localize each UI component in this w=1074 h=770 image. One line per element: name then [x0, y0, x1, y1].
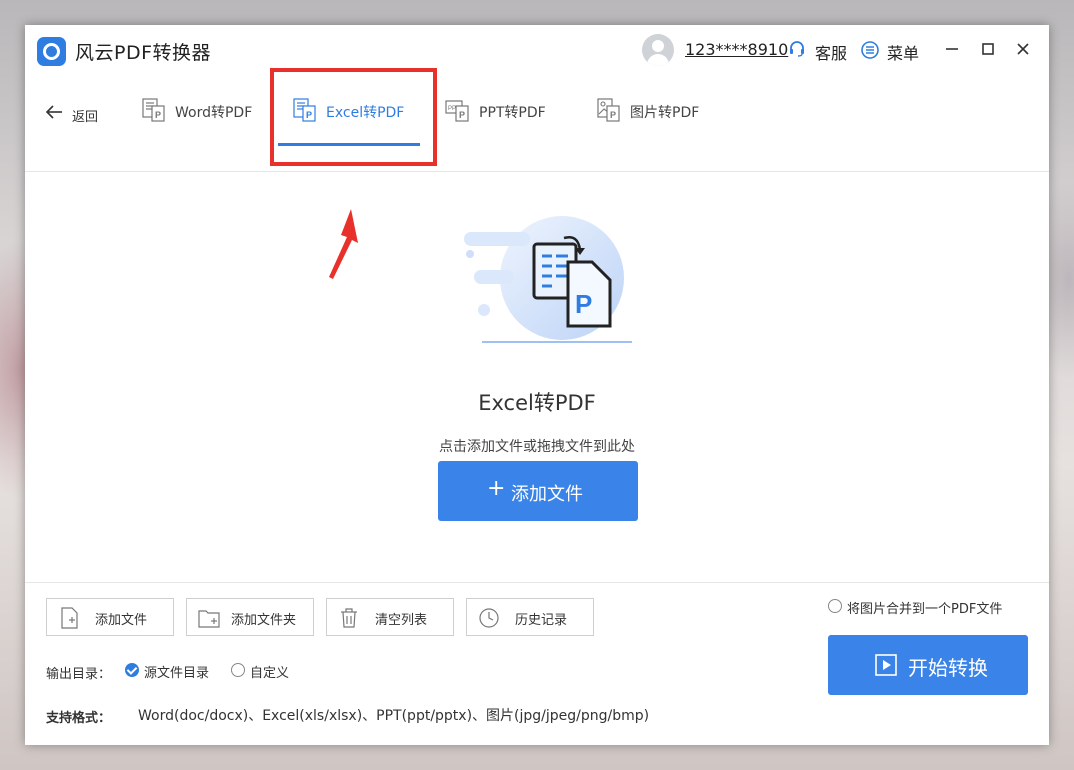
add-file-label: 添加文件	[511, 484, 583, 505]
play-icon	[875, 654, 897, 676]
title-bar: 风云PDF转换器 123****8910 客服 菜单	[25, 25, 1049, 77]
headset-icon	[790, 41, 804, 57]
username-link[interactable]: 123****8910	[685, 40, 788, 59]
start-convert-button[interactable]: 开始转换	[828, 635, 1028, 695]
customer-service-label: 客服	[815, 44, 848, 63]
check-circle-icon	[125, 663, 139, 677]
add-file-icon	[61, 607, 78, 629]
radio-circle	[231, 663, 245, 677]
toolbar-button-label: 历史记录	[515, 613, 568, 628]
app-window: 风云PDF转换器 123****8910 客服 菜单 返回 P Word转PDF…	[25, 25, 1049, 745]
toolbar-add-folder-button[interactable]: 添加文件夹	[186, 598, 314, 636]
toolbar-button-label: 清空列表	[375, 613, 428, 628]
app-title: 风云PDF转换器	[75, 42, 212, 64]
plus-icon: +	[487, 476, 506, 501]
output-dir-label: 输出目录：	[46, 667, 112, 682]
drop-zone[interactable]: P Excel转PDF 点击添加文件或拖拽文件到此处 + 添加文件	[25, 172, 1049, 582]
option-label: 自定义	[250, 666, 290, 681]
toolbar-button-label: 添加文件夹	[231, 613, 297, 628]
toolbar-clear-list-button[interactable]: 清空列表	[326, 598, 454, 636]
menu-icon	[861, 41, 879, 59]
radio-circle	[828, 599, 842, 613]
add-folder-icon	[198, 610, 220, 628]
menu-label: 菜单	[887, 44, 920, 63]
arrow-left-icon	[45, 105, 62, 119]
tab-label: PPT转PDF	[479, 105, 546, 121]
image-pdf-icon: P	[597, 98, 620, 122]
start-convert-label: 开始转换	[908, 656, 988, 680]
maximize-icon[interactable]	[980, 41, 996, 57]
hero-title: Excel转PDF	[478, 391, 596, 415]
ppt-pdf-icon: PPT P	[445, 100, 469, 122]
add-file-button[interactable]: + 添加文件	[438, 461, 638, 521]
trash-icon	[341, 608, 357, 628]
avatar[interactable]	[642, 34, 674, 66]
bottom-panel: 添加文件 添加文件夹 清空列表 历史记录 将图片合并到一个PDF文件 开始转换 …	[25, 582, 1049, 746]
annotation-highlight-box	[270, 68, 437, 166]
svg-text:P: P	[610, 110, 616, 120]
app-logo-icon	[37, 37, 66, 66]
svg-text:P: P	[459, 110, 465, 120]
hero-subtitle: 点击添加文件或拖拽文件到此处	[439, 439, 635, 455]
merge-images-label: 将图片合并到一个PDF文件	[847, 602, 1003, 617]
tab-label: Word转PDF	[175, 105, 253, 121]
toolbar-button-label: 添加文件	[95, 613, 148, 628]
excel-to-pdf-illustration: P	[464, 216, 632, 343]
svg-text:P: P	[575, 289, 592, 319]
toolbar-add-file-button[interactable]: 添加文件	[46, 598, 174, 636]
history-icon	[479, 608, 499, 628]
option-label: 源文件目录	[144, 666, 210, 681]
toolbar-history-button[interactable]: 历史记录	[466, 598, 594, 636]
tab-bar: 返回 P Word转PDF P Excel转PDF PPT P PPT转PDF …	[25, 77, 1049, 172]
supported-formats-value: Word(doc/docx)、Excel(xls/xlsx)、PPT(ppt/p…	[138, 708, 650, 724]
close-icon[interactable]	[1015, 41, 1031, 57]
tab-label: 图片转PDF	[630, 105, 700, 121]
minimize-icon[interactable]	[944, 41, 960, 57]
supported-formats-label: 支持格式：	[46, 711, 112, 726]
svg-text:P: P	[155, 110, 161, 120]
word-pdf-icon: P	[142, 98, 165, 122]
back-label: 返回	[72, 110, 99, 125]
